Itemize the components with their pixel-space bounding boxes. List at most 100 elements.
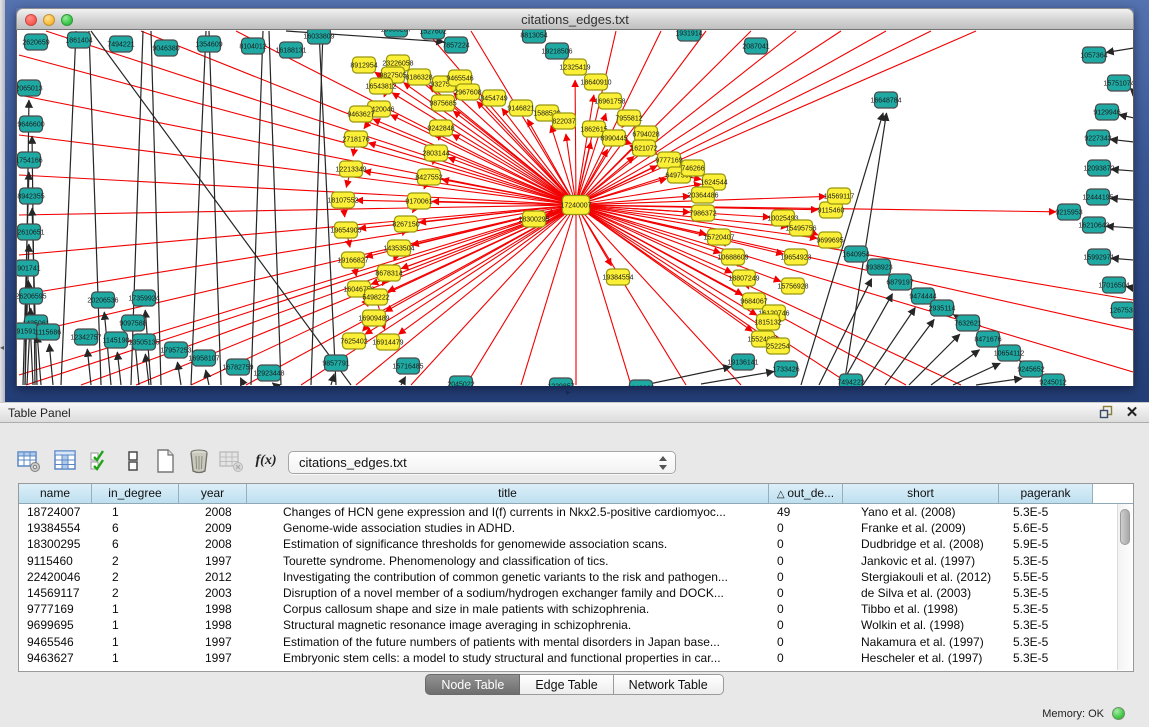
column-select-check-icon[interactable] (88, 448, 116, 476)
graph-node-label: 1057364 (1080, 52, 1107, 59)
graph-node-label: 8912954 (350, 62, 377, 69)
column-header-in_degree[interactable]: in_degree (92, 484, 179, 503)
graph-node-label: 9245012 (1039, 379, 1066, 386)
table-cell: Tibbo et al. (1998) (843, 601, 999, 617)
float-panel-icon[interactable] (1099, 405, 1117, 421)
column-header-name[interactable]: name (19, 484, 92, 503)
table-cell: Wolkin et al. (1998) (843, 617, 999, 633)
graph-node-label: 7494222 (837, 379, 864, 386)
graph-edge (576, 205, 631, 385)
graph-edge (1110, 198, 1134, 200)
table-cell: 6 (92, 536, 179, 552)
graph-node-label: 19166827 (337, 257, 368, 264)
table-cell: Jankovic et al. (1997) (843, 553, 999, 569)
table-row[interactable]: 1830029562008Estimation of significance … (19, 536, 1133, 552)
vertical-scrollbar[interactable] (1117, 504, 1132, 670)
graph-node-label: 18107552 (327, 197, 358, 204)
table-cell: 1 (92, 601, 179, 617)
graph-node-label: 19136141 (727, 359, 758, 366)
graph-node-label: 8990445 (600, 135, 627, 142)
table-row[interactable]: 946554611997Estimation of the future num… (19, 634, 1133, 650)
graph-node-label: 15756928 (777, 283, 808, 290)
table-row[interactable]: 969969511998Structural magnetic resonanc… (19, 617, 1133, 633)
graph-node-label: 15720407 (703, 234, 734, 241)
column-header-short[interactable]: short (843, 484, 999, 503)
table-cell: 14569117 (19, 585, 92, 601)
graph-edge (272, 383, 275, 385)
new-column-icon[interactable] (152, 448, 180, 476)
graph-node-label: 7955812 (615, 115, 642, 122)
row-height-icon[interactable] (120, 448, 148, 476)
table-cell (1093, 617, 1117, 633)
table-cell: 1997 (179, 650, 247, 666)
table-source-select[interactable]: citations_edges.txt (288, 451, 676, 474)
table-cell: 5.3E-5 (999, 650, 1093, 666)
graph-edge (863, 307, 915, 385)
table-row[interactable]: 946362711997Embryonic stem cells: a mode… (19, 650, 1133, 666)
network-view-window[interactable]: citations_edges.txt 17240007891295423226… (16, 8, 1134, 386)
delete-table-icon[interactable] (218, 448, 246, 476)
graph-node-label: 8267150 (392, 221, 419, 228)
table-row[interactable]: 1456911722003Disruption of a novel membe… (19, 585, 1133, 601)
delete-column-icon[interactable] (186, 448, 214, 476)
graph-node-label: 9463627 (347, 111, 374, 118)
tab-node-table[interactable]: Node Table (425, 674, 520, 695)
table-cell: 2003 (179, 585, 247, 601)
graph-edge (1106, 226, 1134, 228)
scrollbar-thumb[interactable] (1120, 509, 1130, 545)
tab-network-table[interactable]: Network Table (614, 674, 724, 695)
graph-edge (521, 208, 575, 385)
table-cell: Structural magnetic resonance image aver… (247, 617, 769, 633)
function-builder-icon[interactable]: f(x) (252, 448, 280, 476)
table-row[interactable]: 911546021997Tourette syndrome. Phenomeno… (19, 553, 1133, 569)
column-header-pagerank[interactable]: pagerank (999, 484, 1093, 503)
graph-node-label: 1733426 (772, 366, 799, 373)
table-row[interactable]: 1938455462009Genome-wide association stu… (19, 520, 1133, 536)
graph-edge (37, 335, 41, 385)
network-canvas[interactable]: 1724000789129542322605898275051654381281… (16, 30, 1134, 386)
graph-node-label: 19654923 (780, 254, 811, 261)
graph-node-label: 2045022 (447, 381, 474, 386)
graph-edge (701, 372, 774, 384)
graph-node-label: 9242848 (427, 125, 454, 132)
table-row[interactable]: 1872400712008Changes of HCN gene express… (19, 504, 1133, 520)
graph-edge (209, 31, 221, 385)
window-titlebar[interactable]: citations_edges.txt (16, 8, 1134, 30)
table-row[interactable]: 977716911998Corpus callosum shape and si… (19, 601, 1133, 617)
table-cell: Genome-wide association studies in ADHD. (247, 520, 769, 536)
table-mode-icon[interactable] (16, 448, 44, 476)
column-visibility-icon[interactable] (52, 448, 80, 476)
graph-node-label: 7632621 (954, 320, 981, 327)
table-header-row: namein_degreeyeartitle△ out_de...shortpa… (19, 484, 1133, 504)
table-cell: 1 (92, 617, 179, 633)
graph-node-label: 16210643 (1078, 222, 1109, 229)
graph-node-label: 15992971 (1083, 254, 1114, 261)
table-row[interactable]: 2242004622012Investigating the contribut… (19, 569, 1133, 585)
graph-node-label: 9215953 (1055, 209, 1082, 216)
table-cell: 5.3E-5 (999, 504, 1093, 520)
table-cell: 5.3E-5 (999, 553, 1093, 569)
graph-edge (1119, 115, 1134, 118)
panel-splitter-handle[interactable]: ▸ (566, 388, 571, 397)
column-header-year[interactable]: year (179, 484, 247, 503)
column-header-out_de...[interactable]: △ out_de... (769, 484, 843, 503)
table-cell: 2008 (179, 504, 247, 520)
cytoscape-desktop: citations_edges.txt 17240007891295423226… (5, 0, 1149, 402)
citation-network-graph: 1724000789129542322605898275051654381281… (17, 30, 1134, 386)
table-cell: 2 (92, 569, 179, 585)
graph-node-label: 1354609 (195, 41, 222, 48)
graph-edge (91, 31, 351, 385)
graph-node-label: 9684067 (740, 298, 767, 305)
graph-node-label: 16543812 (365, 83, 396, 90)
table-cell: 1 (92, 634, 179, 650)
tab-edge-table[interactable]: Edge Table (520, 674, 613, 695)
table-panel-title: Table Panel (8, 403, 71, 423)
close-panel-icon[interactable]: ✕ (1123, 405, 1141, 421)
memory-status-label: Memory: OK (1042, 708, 1104, 720)
column-header-title[interactable]: title (247, 484, 769, 503)
table-cell: 5.3E-5 (999, 585, 1093, 601)
left-splitter-collapse-icon[interactable]: ◂ (0, 344, 4, 352)
graph-edge (401, 377, 406, 385)
table-cell: 0 (769, 536, 843, 552)
graph-edge (885, 319, 934, 385)
